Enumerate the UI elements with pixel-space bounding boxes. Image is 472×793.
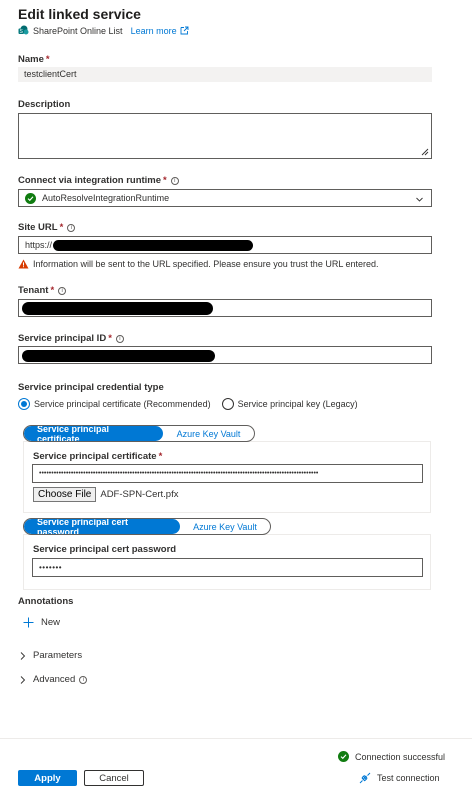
footer-divider — [0, 738, 472, 739]
url-warning: Information will be sent to the URL spec… — [18, 259, 379, 269]
tab-azure-key-vault[interactable]: Azure Key Vault — [180, 519, 270, 534]
info-icon[interactable]: i — [58, 287, 67, 295]
description-textarea[interactable] — [18, 113, 432, 159]
annotations-label: Annotations — [18, 596, 74, 607]
radio-key[interactable] — [221, 398, 234, 410]
name-field[interactable]: testclientCert — [18, 67, 432, 82]
password-input[interactable]: ••••••• — [32, 558, 423, 577]
service-type-label: SharePoint Online List — [33, 25, 123, 36]
tenant-label: Tenant * i — [18, 285, 67, 296]
certificate-label: Service principal certificate * — [33, 451, 163, 462]
advanced-label: Advanced — [33, 674, 76, 685]
external-link-icon[interactable] — [180, 26, 189, 35]
success-icon — [338, 751, 349, 762]
url-warning-text: Information will be sent to the URL spec… — [33, 259, 379, 269]
test-connection-label: Test connection — [377, 773, 440, 783]
page-title: Edit linked service — [18, 6, 141, 22]
resize-handle-icon[interactable] — [421, 148, 429, 156]
check-icon — [25, 192, 36, 204]
warning-icon — [18, 259, 29, 269]
site-url-input[interactable]: https:// — [18, 236, 432, 254]
test-connection-button[interactable]: Test connection — [359, 772, 440, 784]
chevron-right-icon — [20, 675, 26, 684]
chevron-down-icon — [416, 195, 423, 202]
password-source-toggle: Service principal cert password Azure Ke… — [23, 518, 271, 535]
certificate-source-toggle: Service principal certificate Azure Key … — [23, 425, 255, 442]
runtime-value: AutoResolveIntegrationRuntime — [42, 193, 170, 203]
file-name: ADF-SPN-Cert.pfx — [100, 489, 179, 500]
service-type-row: S SharePoint Online List Learn more — [18, 25, 189, 36]
required-marker: * — [59, 222, 64, 233]
radio-certificate[interactable] — [18, 398, 30, 410]
required-marker: * — [45, 54, 50, 65]
parameters-expander[interactable]: Parameters — [20, 650, 82, 661]
radio-key-label[interactable]: Service principal key (Legacy) — [238, 399, 358, 409]
plug-icon — [359, 772, 371, 784]
runtime-label: Connect via integration runtime * i — [18, 175, 179, 186]
site-url-value: https:// — [25, 240, 53, 250]
runtime-dropdown[interactable]: AutoResolveIntegrationRuntime — [18, 189, 432, 207]
new-annotation-label: New — [41, 617, 61, 628]
name-label: Name * — [18, 54, 50, 65]
info-icon[interactable]: i — [115, 335, 124, 343]
chevron-right-icon — [20, 651, 26, 660]
choose-file-button[interactable]: Choose File — [33, 487, 97, 502]
info-icon[interactable]: i — [79, 675, 88, 684]
tab-service-principal-cert-password[interactable]: Service principal cert password — [24, 519, 180, 534]
tab-azure-key-vault[interactable]: Azure Key Vault — [163, 426, 254, 441]
new-annotation-button[interactable]: New — [23, 617, 60, 628]
redaction-mark — [53, 240, 253, 251]
password-label: Service principal cert password — [33, 544, 177, 555]
service-principal-id-label: Service principal ID * i — [18, 333, 124, 344]
tab-service-principal-certificate[interactable]: Service principal certificate — [24, 426, 163, 441]
apply-button[interactable]: Apply — [18, 770, 77, 786]
service-principal-id-input[interactable] — [18, 346, 432, 364]
required-marker: * — [158, 451, 163, 462]
cancel-button[interactable]: Cancel — [84, 770, 144, 786]
credential-type-label: Service principal credential type — [18, 382, 164, 393]
required-marker: * — [50, 285, 55, 296]
redaction-mark — [22, 302, 213, 315]
required-marker: * — [108, 333, 112, 344]
redaction-mark — [22, 350, 215, 362]
description-label: Description — [18, 99, 71, 110]
connection-status-text: Connection successful — [355, 751, 446, 762]
password-value: ••••••• — [39, 563, 63, 572]
certificate-value: ••••••••••••••••••••••••••••••••••••••••… — [39, 470, 319, 477]
plus-icon — [23, 617, 34, 628]
site-url-label: Site URL * i — [18, 222, 76, 233]
required-marker: * — [163, 175, 167, 186]
certificate-input[interactable]: ••••••••••••••••••••••••••••••••••••••••… — [32, 464, 423, 483]
credential-type-radios: Service principal certificate (Recommend… — [18, 398, 358, 410]
advanced-expander[interactable]: Advanced i — [20, 674, 88, 685]
radio-certificate-label[interactable]: Service principal certificate (Recommend… — [34, 399, 211, 409]
tenant-input[interactable] — [18, 299, 432, 317]
file-picker: Choose File ADF-SPN-Cert.pfx — [33, 487, 178, 502]
sharepoint-icon: S — [18, 25, 29, 36]
info-icon[interactable]: i — [67, 224, 76, 232]
connection-status: Connection successful — [338, 751, 445, 762]
info-icon[interactable]: i — [170, 177, 179, 185]
learn-more-link[interactable]: Learn more — [131, 26, 177, 36]
parameters-label: Parameters — [33, 650, 83, 661]
